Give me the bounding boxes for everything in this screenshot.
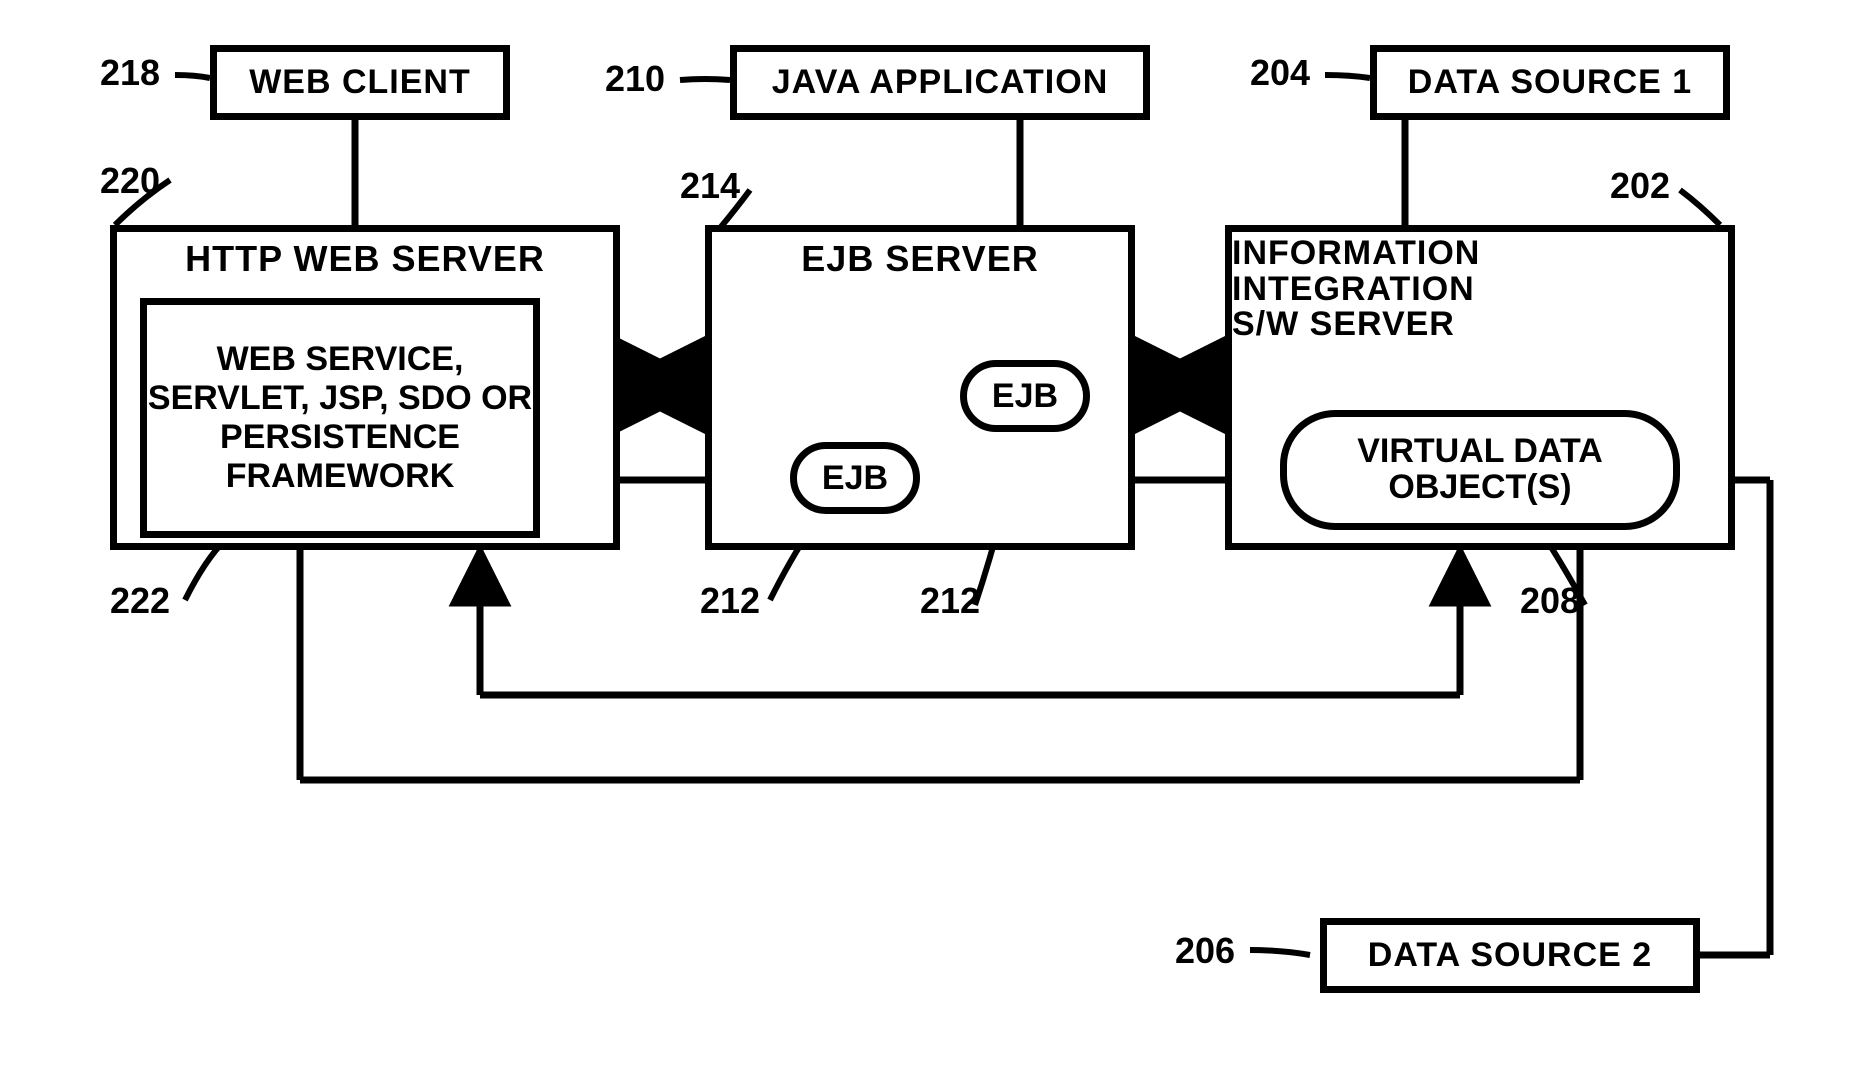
- http-inner-label: WEB SERVICE, SERVLET, JSP, SDO OR PERSIS…: [147, 340, 533, 496]
- ejb-pill-1-label: EJB: [822, 459, 888, 498]
- vdo-pill-l1: VIRTUAL DATA: [1357, 434, 1603, 470]
- ref-210: 210: [605, 58, 665, 100]
- iis-title-3: S/W SERVER: [1232, 307, 1455, 343]
- ref-218: 218: [100, 52, 160, 94]
- ref-212a: 212: [700, 580, 760, 622]
- web-client-label: WEB CLIENT: [249, 63, 471, 102]
- iis-title-2: INTEGRATION: [1232, 272, 1475, 308]
- ref-202: 202: [1610, 165, 1670, 207]
- web-client-box: WEB CLIENT: [210, 45, 510, 120]
- ref-212b: 212: [920, 580, 980, 622]
- ref-204: 204: [1250, 52, 1310, 94]
- data-source-2-box: DATA SOURCE 2: [1320, 918, 1700, 993]
- http-inner-box: WEB SERVICE, SERVLET, JSP, SDO OR PERSIS…: [140, 298, 540, 538]
- vdo-pill-l2: OBJECT(S): [1388, 470, 1571, 506]
- ejb-pill-2: EJB: [960, 360, 1090, 432]
- data-source-2-label: DATA SOURCE 2: [1368, 936, 1652, 975]
- ref-206: 206: [1175, 930, 1235, 972]
- ejb-pill-2-label: EJB: [992, 377, 1058, 416]
- data-source-1-box: DATA SOURCE 1: [1370, 45, 1730, 120]
- http-web-server-title: HTTP WEB SERVER: [185, 238, 545, 280]
- ejb-pill-1: EJB: [790, 442, 920, 514]
- ref-208: 208: [1520, 580, 1580, 622]
- diagram-stage: WEB CLIENT JAVA APPLICATION DATA SOURCE …: [0, 0, 1850, 1087]
- ref-222: 222: [110, 580, 170, 622]
- vdo-pill: VIRTUAL DATA OBJECT(S): [1280, 410, 1680, 530]
- java-app-label: JAVA APPLICATION: [772, 63, 1109, 102]
- java-app-box: JAVA APPLICATION: [730, 45, 1150, 120]
- data-source-1-label: DATA SOURCE 1: [1408, 63, 1692, 102]
- iis-title-1: INFORMATION: [1232, 236, 1480, 272]
- ejb-server-title: EJB SERVER: [801, 238, 1038, 280]
- ref-214: 214: [680, 165, 740, 207]
- ref-220: 220: [100, 160, 160, 202]
